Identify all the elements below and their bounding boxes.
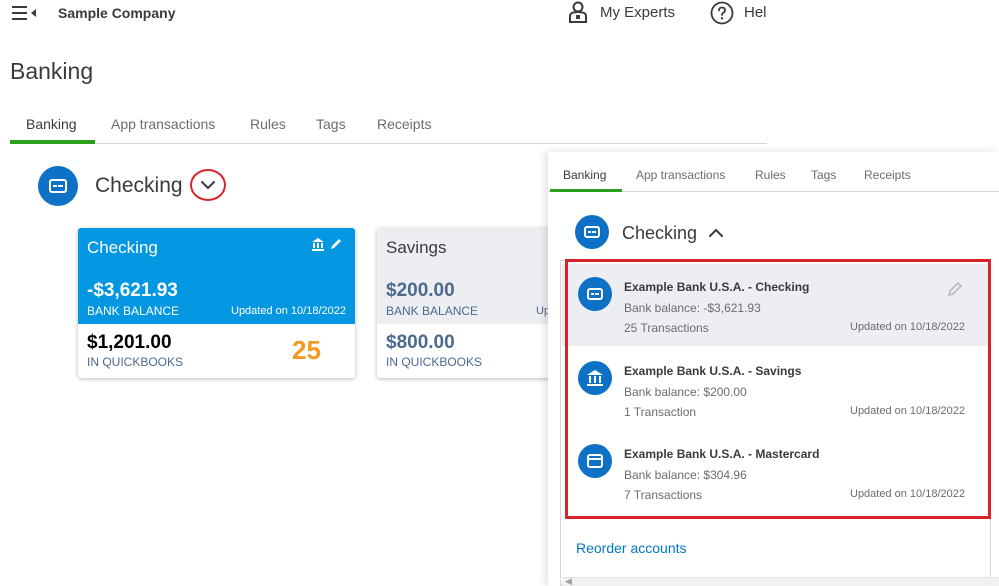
- account-item-name: Example Bank U.S.A. - Checking: [624, 280, 810, 294]
- tab-rules[interactable]: Rules: [250, 116, 286, 132]
- chevron-up-icon[interactable]: [708, 227, 724, 239]
- account-dropdown-button[interactable]: [190, 169, 226, 201]
- bank-icon: [312, 238, 341, 251]
- tab-tags[interactable]: Tags: [811, 168, 836, 182]
- active-tab-indicator: [550, 189, 622, 192]
- bank-card-icon: [575, 215, 609, 249]
- help-link[interactable]: Hel: [744, 4, 767, 21]
- tab-receipts[interactable]: Receipts: [377, 116, 431, 132]
- account-name[interactable]: Checking: [622, 223, 697, 244]
- card-header: Checking -$3,621.93 BANK BALANCE Updated…: [78, 228, 355, 324]
- account-item-name: Example Bank U.S.A. - Savings: [624, 364, 802, 378]
- account-item-balance: Bank balance: $304.96: [624, 468, 747, 482]
- horizontal-scrollbar[interactable]: [562, 577, 999, 586]
- quickbooks-balance: $800.00: [386, 332, 455, 353]
- my-experts-link[interactable]: My Experts: [600, 4, 675, 21]
- account-item-transactions: 7 Transactions: [624, 488, 703, 502]
- tab-banking[interactable]: Banking: [563, 168, 606, 182]
- updated-date: Updated on 10/18/2022: [231, 305, 346, 317]
- transaction-count[interactable]: 25: [292, 335, 321, 366]
- tab-rules[interactable]: Rules: [755, 168, 786, 182]
- account-card-checking[interactable]: Checking -$3,621.93 BANK BALANCE Updated…: [78, 228, 355, 378]
- help-question-icon[interactable]: [710, 1, 734, 25]
- bank-balance: $200.00: [386, 280, 455, 301]
- tab-app-transactions[interactable]: App transactions: [636, 168, 725, 182]
- pencil-icon[interactable]: [947, 281, 963, 297]
- bank-balance: -$3,621.93: [87, 280, 178, 301]
- quickbooks-balance: $1,201.00: [87, 332, 172, 353]
- account-item-updated: Updated on 10/18/2022: [850, 405, 965, 417]
- company-name[interactable]: Sample Company: [58, 5, 175, 21]
- chevron-down-icon: [201, 181, 215, 190]
- list-item-savings[interactable]: Example Bank U.S.A. - Savings Bank balan…: [562, 348, 991, 430]
- list-item-checking[interactable]: Example Bank U.S.A. - Checking Bank bala…: [562, 264, 991, 346]
- active-tab-indicator: [10, 140, 95, 144]
- account-dropdown-list: Example Bank U.S.A. - Checking Bank bala…: [560, 260, 991, 586]
- hamburger-menu-icon[interactable]: [12, 5, 38, 21]
- banking-screen: Sample Company My Experts Hel Banking Ba…: [0, 0, 999, 586]
- tab-app-transactions[interactable]: App transactions: [111, 116, 215, 132]
- bank-building-icon: [578, 361, 612, 395]
- list-item-mastercard[interactable]: Example Bank U.S.A. - Mastercard Bank ba…: [562, 431, 991, 513]
- account-item-transactions: 25 Transactions: [624, 321, 709, 335]
- account-list-panel: Banking App transactions Rules Tags Rece…: [548, 152, 999, 586]
- account-name[interactable]: Checking: [95, 174, 183, 198]
- scroll-left-icon[interactable]: ◀: [565, 576, 572, 586]
- card-title: Checking: [87, 238, 158, 257]
- card-title: Savings: [386, 238, 447, 257]
- page-title: Banking: [10, 58, 94, 84]
- bank-card-icon: [578, 277, 612, 311]
- account-item-name: Example Bank U.S.A. - Mastercard: [624, 447, 820, 461]
- credit-card-icon: [578, 444, 612, 478]
- reorder-accounts-link[interactable]: Reorder accounts: [576, 540, 687, 556]
- tab-tags[interactable]: Tags: [316, 116, 346, 132]
- account-item-balance: Bank balance: -$3,621.93: [624, 301, 761, 315]
- account-item-balance: Bank balance: $200.00: [624, 385, 747, 399]
- tab-banking[interactable]: Banking: [26, 116, 77, 132]
- account-item-updated: Updated on 10/18/2022: [850, 488, 965, 500]
- account-item-transactions: 1 Transaction: [624, 405, 697, 419]
- quickbooks-label: IN QUICKBOOKS: [386, 355, 483, 369]
- banking-tabs: Banking App transactions Rules Tags Rece…: [10, 108, 767, 144]
- top-bar: Sample Company My Experts Hel: [0, 0, 999, 26]
- tab-receipts[interactable]: Receipts: [864, 168, 911, 182]
- account-item-updated: Updated on 10/18/2022: [850, 321, 965, 333]
- quickbooks-label: IN QUICKBOOKS: [87, 355, 184, 369]
- experts-person-icon[interactable]: [568, 1, 588, 23]
- bank-balance-label: BANK BALANCE: [87, 304, 180, 318]
- bank-balance-label: BANK BALANCE: [386, 304, 479, 318]
- banking-tabs: Banking App transactions Rules Tags Rece…: [548, 152, 999, 192]
- bank-card-icon: [38, 166, 78, 206]
